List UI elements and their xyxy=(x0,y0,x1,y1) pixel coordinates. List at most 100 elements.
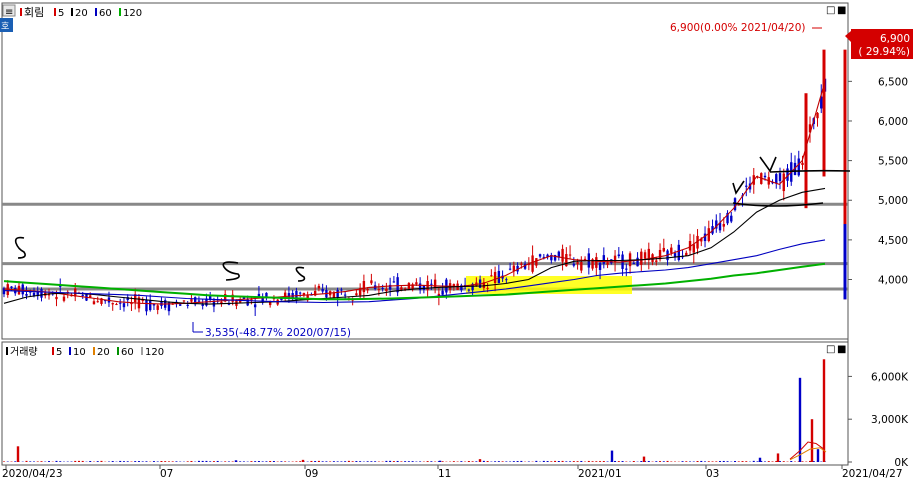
y-tick-label: 6,000K xyxy=(871,371,909,383)
candle-body xyxy=(362,280,366,293)
legend-label: 120 xyxy=(145,347,164,358)
candle-body xyxy=(673,253,677,257)
volume-bar xyxy=(325,461,328,462)
legend-label: 거래량 xyxy=(10,346,38,358)
volume-bar xyxy=(662,461,665,462)
x-tick-label: 07 xyxy=(160,468,173,479)
candle-body xyxy=(493,271,497,284)
candle-body xyxy=(265,292,268,297)
candle-body xyxy=(122,303,126,308)
price-window-icon[interactable]: □ xyxy=(826,5,835,16)
y-tick-label: 6,000 xyxy=(878,116,908,128)
candle-body xyxy=(677,244,680,261)
legend-swatch xyxy=(6,347,8,355)
volume-bar xyxy=(404,461,407,462)
volume-bar xyxy=(272,461,275,462)
candle-body xyxy=(730,215,733,222)
candle-body xyxy=(370,280,373,284)
volume-bar xyxy=(100,460,103,462)
candle-body xyxy=(156,305,159,310)
volume-bar xyxy=(111,461,114,462)
menu-icon[interactable]: ≡ xyxy=(5,7,13,18)
volume-close-icon[interactable]: ■ xyxy=(837,344,846,355)
high-annotation: 6,900(0.00% 2021/04/20) xyxy=(670,22,805,34)
volume-bar xyxy=(336,461,339,462)
volume-bar xyxy=(737,461,740,462)
candle-body xyxy=(662,247,665,252)
candle-body xyxy=(580,261,583,271)
candle-body xyxy=(490,275,493,277)
candle-body xyxy=(400,287,403,290)
volume-bar xyxy=(209,461,212,462)
candle-body xyxy=(801,162,804,165)
volume-bar xyxy=(505,461,508,462)
candle-body xyxy=(298,292,302,294)
volume-bar xyxy=(134,461,137,462)
volume-bar xyxy=(137,461,140,462)
legend-swatch xyxy=(141,347,143,355)
y-tick-label: 4,500 xyxy=(878,235,908,247)
volume-bar xyxy=(482,460,485,462)
volume-bar xyxy=(3,461,5,462)
volume-bar xyxy=(201,460,204,462)
volume-bar xyxy=(767,461,770,462)
legend-swatch xyxy=(20,8,22,16)
volume-bar xyxy=(411,461,414,462)
volume-bar xyxy=(171,461,174,462)
volume-bar xyxy=(606,461,609,462)
legend-label: 60 xyxy=(121,347,134,358)
candle-body xyxy=(396,277,399,293)
x-tick-label: 2020/04/23 xyxy=(2,468,63,479)
volume-bar xyxy=(704,461,707,462)
volume-bar xyxy=(565,461,568,462)
candle-body xyxy=(55,296,58,300)
volume-bar xyxy=(340,461,343,462)
volume-bar xyxy=(569,461,572,462)
volume-bar xyxy=(344,461,347,462)
candle-body xyxy=(149,300,152,311)
candle-body xyxy=(182,300,186,302)
volume-bar xyxy=(726,461,729,462)
candle-body xyxy=(640,251,643,265)
candle-body xyxy=(190,299,193,302)
volume-bar xyxy=(374,461,377,462)
volume-bar xyxy=(734,460,737,462)
volume-bar xyxy=(77,460,80,462)
candle-body xyxy=(636,257,639,267)
volume-bar xyxy=(16,446,20,462)
candle-body xyxy=(385,288,388,292)
volume-bar xyxy=(542,460,545,462)
volume-bar xyxy=(227,461,230,462)
candle-body xyxy=(617,254,621,257)
candle-body xyxy=(381,287,384,289)
candle-body xyxy=(467,289,471,291)
volume-bar xyxy=(452,461,455,462)
volume-bar xyxy=(205,460,208,462)
candle-body xyxy=(670,247,673,253)
volume-bar xyxy=(40,461,43,462)
candle-body xyxy=(415,282,418,285)
volume-bar xyxy=(621,461,624,462)
volume-bar xyxy=(164,461,167,462)
volume-bar xyxy=(299,461,302,462)
legend-label: 5 xyxy=(58,8,64,19)
price-close-icon[interactable]: ■ xyxy=(837,5,846,16)
x-tick-label: 09 xyxy=(305,468,318,479)
volume-bar xyxy=(152,461,155,462)
candle-body xyxy=(520,263,523,265)
volume-window-icon[interactable]: □ xyxy=(826,344,835,355)
volume-bar xyxy=(497,461,500,462)
legend-swatch xyxy=(52,347,54,355)
volume-bar xyxy=(359,461,362,462)
chart-marker-icon: 호 xyxy=(1,21,9,32)
candle-body xyxy=(96,301,99,303)
volume-bar xyxy=(535,460,538,462)
legend-label: 10 xyxy=(73,347,86,358)
volume-bar xyxy=(295,461,298,462)
legend-label: 5 xyxy=(56,347,62,358)
low-annotation: 3,535(-48.77% 2020/07/15) xyxy=(205,327,351,339)
candle-body xyxy=(343,294,347,296)
candle-body xyxy=(568,254,572,256)
volume-bar xyxy=(419,461,422,462)
candle-body xyxy=(115,304,118,306)
